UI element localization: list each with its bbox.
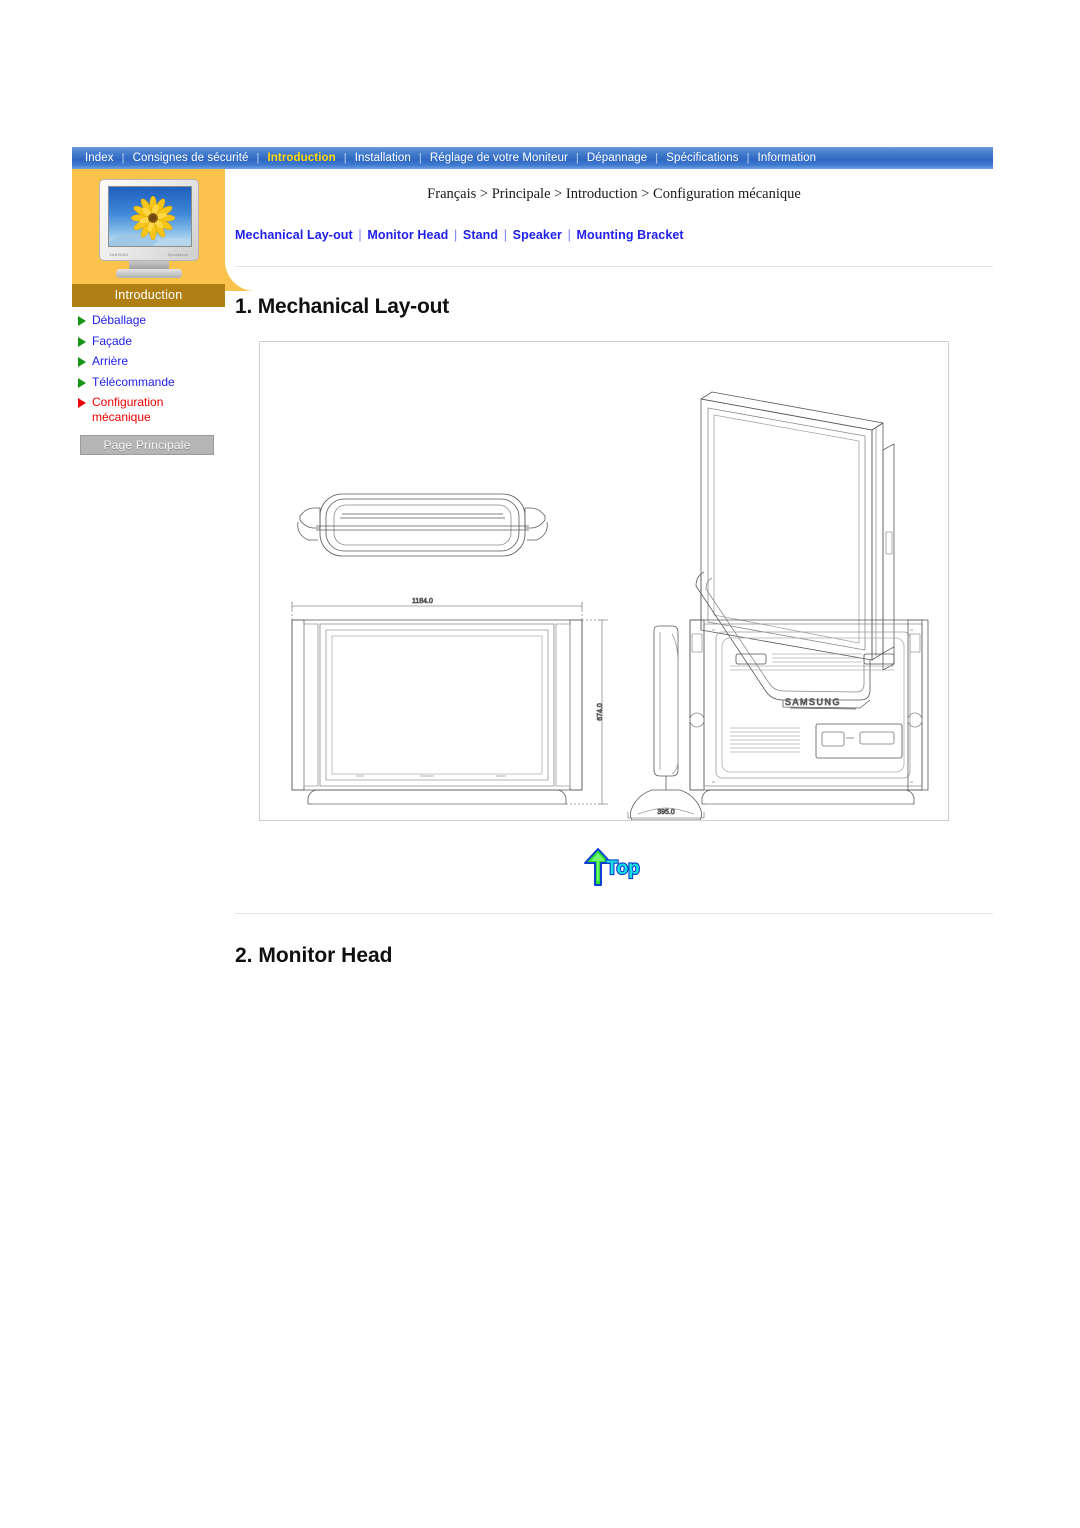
monitor-dimension-diagram: 1184.0 674.0 395.0 SAMSUNG <box>291 391 929 820</box>
sidebar-link-list: Déballage Façade Arrière Télécommande Co… <box>72 307 225 425</box>
horizontal-divider <box>235 266 993 267</box>
section-title-monitor-head: 2. Monitor Head <box>235 944 393 967</box>
front-view <box>291 619 583 805</box>
sunflower-icon <box>130 196 175 240</box>
sublink-monitor-head[interactable]: Monitor Head <box>367 228 448 242</box>
dimension-label-depth: 395.0 <box>657 809 675 816</box>
section-title-mechanical-layout: 1. Mechanical Lay-out <box>235 295 450 318</box>
nav-item-depannage[interactable]: Dépannage <box>580 147 654 169</box>
sidebar-item-arriere[interactable]: Arrière <box>74 354 225 369</box>
sidebar-item-deballage[interactable]: Déballage <box>74 313 225 328</box>
rear-view-brand-label: SAMSUNG <box>785 697 841 707</box>
top-button-label: Top <box>606 858 639 879</box>
sublink-separator: | <box>567 228 571 242</box>
sidebar-item-facade[interactable]: Façade <box>74 334 225 349</box>
dimension-label-height: 674.0 <box>597 703 604 721</box>
nav-item-index[interactable]: Index <box>78 147 121 169</box>
horizontal-divider <box>235 913 993 914</box>
monitor-bezel: SAMSUNG SyncMaster <box>98 179 199 261</box>
nav-item-information[interactable]: Information <box>751 147 824 169</box>
sidebar: SAMSUNG SyncMaster Introduction Déballag… <box>72 169 255 455</box>
sub-navigation-links: Mechanical Lay-out | Monitor Head | Stan… <box>235 228 993 242</box>
nav-item-specifications[interactable]: Spécifications <box>659 147 745 169</box>
dimension-label-width: 1184.0 <box>412 598 433 605</box>
sidebar-item-telecommande[interactable]: Télécommande <box>74 375 225 390</box>
bullet-triangle-icon <box>78 357 86 367</box>
sidebar-item-label: Configuration mécanique <box>92 395 164 424</box>
bullet-triangle-icon <box>78 398 86 408</box>
nav-item-consignes-de-securite[interactable]: Consignes de sécurité <box>126 147 256 169</box>
top-view <box>297 493 548 557</box>
sublink-separator: | <box>358 228 362 242</box>
dimension-width <box>291 602 583 624</box>
monitor-base <box>115 269 182 278</box>
bullet-triangle-icon <box>78 377 86 388</box>
nav-item-installation[interactable]: Installation <box>348 147 418 169</box>
top-navigation-bar: Index | Consignes de sécurité | Introduc… <box>72 147 993 169</box>
monitor-thumbnail-image: SAMSUNG SyncMaster <box>89 179 209 281</box>
top-arrow-icon: Top <box>584 848 641 886</box>
sidebar-section-title: Introduction <box>72 284 225 307</box>
page-principale-button[interactable]: Page Principale <box>80 435 214 455</box>
sidebar-item-configuration-mecanique[interactable]: Configuration mécanique <box>74 395 225 425</box>
page-root: Index | Consignes de sécurité | Introduc… <box>0 0 1080 1528</box>
back-to-top-button[interactable]: Top <box>581 847 647 887</box>
sublink-speaker[interactable]: Speaker <box>513 228 562 242</box>
sidebar-item-label: Arrière <box>92 354 129 368</box>
sublink-separator: | <box>453 228 458 242</box>
sidebar-orange-panel: SAMSUNG SyncMaster Introduction <box>72 169 255 307</box>
breadcrumb: Français > Principale > Introduction > C… <box>427 186 801 202</box>
mechanical-layout-drawing: 1184.0 674.0 395.0 SAMSUNG <box>259 341 949 821</box>
nav-item-introduction[interactable]: Introduction <box>260 147 342 169</box>
sublink-separator: | <box>503 228 508 242</box>
sublink-stand[interactable]: Stand <box>463 228 498 242</box>
monitor-screen <box>107 186 192 247</box>
sublink-mounting-bracket[interactable]: Mounting Bracket <box>577 228 684 242</box>
nav-item-reglage-de-votre-moniteur[interactable]: Réglage de votre Moniteur <box>423 147 575 169</box>
thumbnail-brand-right: SyncMaster <box>167 253 189 257</box>
sidebar-item-label: Façade <box>92 333 133 348</box>
main-content: Français > Principale > Introduction > C… <box>235 169 993 968</box>
bullet-triangle-icon <box>78 316 86 326</box>
sidebar-item-label: Déballage <box>92 313 147 327</box>
bullet-triangle-icon <box>78 336 86 347</box>
thumbnail-brand-left: SAMSUNG <box>109 253 129 257</box>
sidebar-item-label: Télécommande <box>92 374 175 389</box>
sublink-mechanical-layout[interactable]: Mechanical Lay-out <box>235 228 353 242</box>
